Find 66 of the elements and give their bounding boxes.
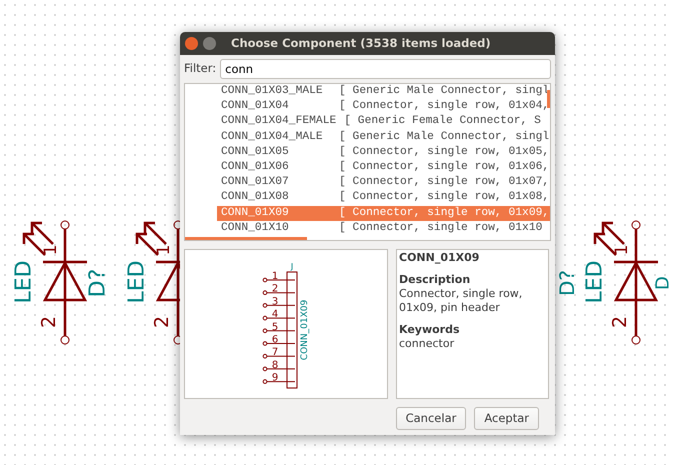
minimize-button[interactable] (203, 37, 216, 50)
pin-number: 1 (612, 244, 632, 256)
pin-number: 2 (272, 284, 278, 295)
component-description: [ Connector, single row, 01x09, (339, 206, 550, 221)
component-description: [ Connector, single row, 01x10 (339, 220, 542, 236)
value-label: CONN_01X09 (300, 300, 310, 360)
window-title: Choose Component (3538 items loaded) (231, 34, 491, 52)
reference-label: D? (555, 270, 579, 296)
reference-label: J (290, 262, 294, 271)
reference-label: D (652, 276, 673, 290)
pin-number: 2 (609, 316, 631, 328)
dialog-button[interactable]: Cancelar (396, 407, 466, 430)
component-description: [ Connector, single row, 01x04, (339, 99, 550, 114)
pin-number: 5 (272, 322, 278, 333)
component-name: CONN_01X08 (221, 190, 290, 206)
scrollbar-thumb[interactable] (185, 237, 307, 240)
component-name: CONN_01X04 (221, 99, 290, 114)
component-name: CONN_01X03_MALE (221, 84, 324, 99)
component-description: [ Connector, single row, 01x05, (339, 144, 550, 160)
pin-number: 2 (38, 316, 60, 328)
pin-number: 1 (154, 244, 174, 256)
filter-field[interactable]: conn (220, 59, 551, 79)
component-name: CONN_01X10 (221, 220, 290, 236)
section-heading: Description (399, 273, 472, 287)
component-row[interactable]: CONN_01X06 [ Connector, single row, 01x06, (217, 160, 550, 176)
component-row[interactable]: CONN_01X04 [ Connector, single row, 01x04, (217, 99, 550, 114)
section-heading: Keywords (399, 323, 461, 337)
reference-label: D? (86, 268, 110, 298)
component-row[interactable]: CONN_01X04_MALE [ Generic Male Connector, singl (217, 130, 550, 145)
value-label: LED (582, 260, 608, 304)
pin-number: 3 (272, 296, 278, 308)
component-name: CONN_01X05 (221, 144, 290, 160)
component-row[interactable]: CONN_01X10 [ Connector, single row, 01x10 (217, 220, 550, 236)
scrollbar-thumb[interactable] (547, 90, 550, 108)
value-label: LED (12, 260, 36, 304)
component-description: [ Generic Male Connector, singl (339, 84, 550, 99)
component-name: CONN_01X07 (221, 175, 290, 190)
close-button[interactable] (185, 37, 198, 50)
component-name: CONN_01X04_FEMALE (221, 114, 338, 130)
component-row[interactable]: CONN_01X08 [ Connector, single row, 01x08, (217, 190, 550, 206)
pin-number: 7 (272, 347, 278, 358)
pin-number: 2 (151, 316, 173, 328)
component-description: [ Generic Male Connector, singl (339, 130, 550, 145)
pin-number: 9 (272, 372, 278, 384)
component-description: [ Connector, single row, 01x07, (339, 175, 550, 190)
component-title: CONN_01X09 (399, 251, 480, 265)
pin-number: 1 (41, 244, 61, 256)
pin-number: 8 (272, 360, 278, 371)
component-name: CONN_01X04_MALE (221, 130, 324, 145)
component-description: [ Generic Female Connector, S (344, 114, 541, 130)
filter-label: Filter: (184, 60, 216, 78)
component-row[interactable]: CONN_01X03_MALE [ Generic Male Connector, singl (217, 84, 550, 100)
pin-number: 6 (272, 334, 278, 346)
component-name: CONN_01X09 (221, 206, 290, 221)
section-text: connector (399, 337, 456, 351)
component-description: [ Connector, single row, 01x08, (339, 190, 550, 206)
component-row[interactable]: CONN_01X04_FEMALE [ Generic Female Connector, S (217, 114, 550, 130)
section-text: Connector, single row, 01x09, pin header (399, 287, 524, 315)
component-name: CONN_01X06 (221, 160, 290, 176)
component-row[interactable]: CONN_01X07 [ Connector, single row, 01x07, (217, 175, 550, 190)
value-label: LED (124, 260, 150, 304)
pin-number: 1 (272, 271, 278, 282)
dialog-button[interactable]: Aceptar (474, 407, 539, 430)
component-row[interactable]: CONN_01X05 [ Connector, single row, 01x05, (217, 144, 550, 160)
pin-number: 4 (272, 309, 278, 320)
component-description: [ Connector, single row, 01x06, (339, 160, 550, 176)
